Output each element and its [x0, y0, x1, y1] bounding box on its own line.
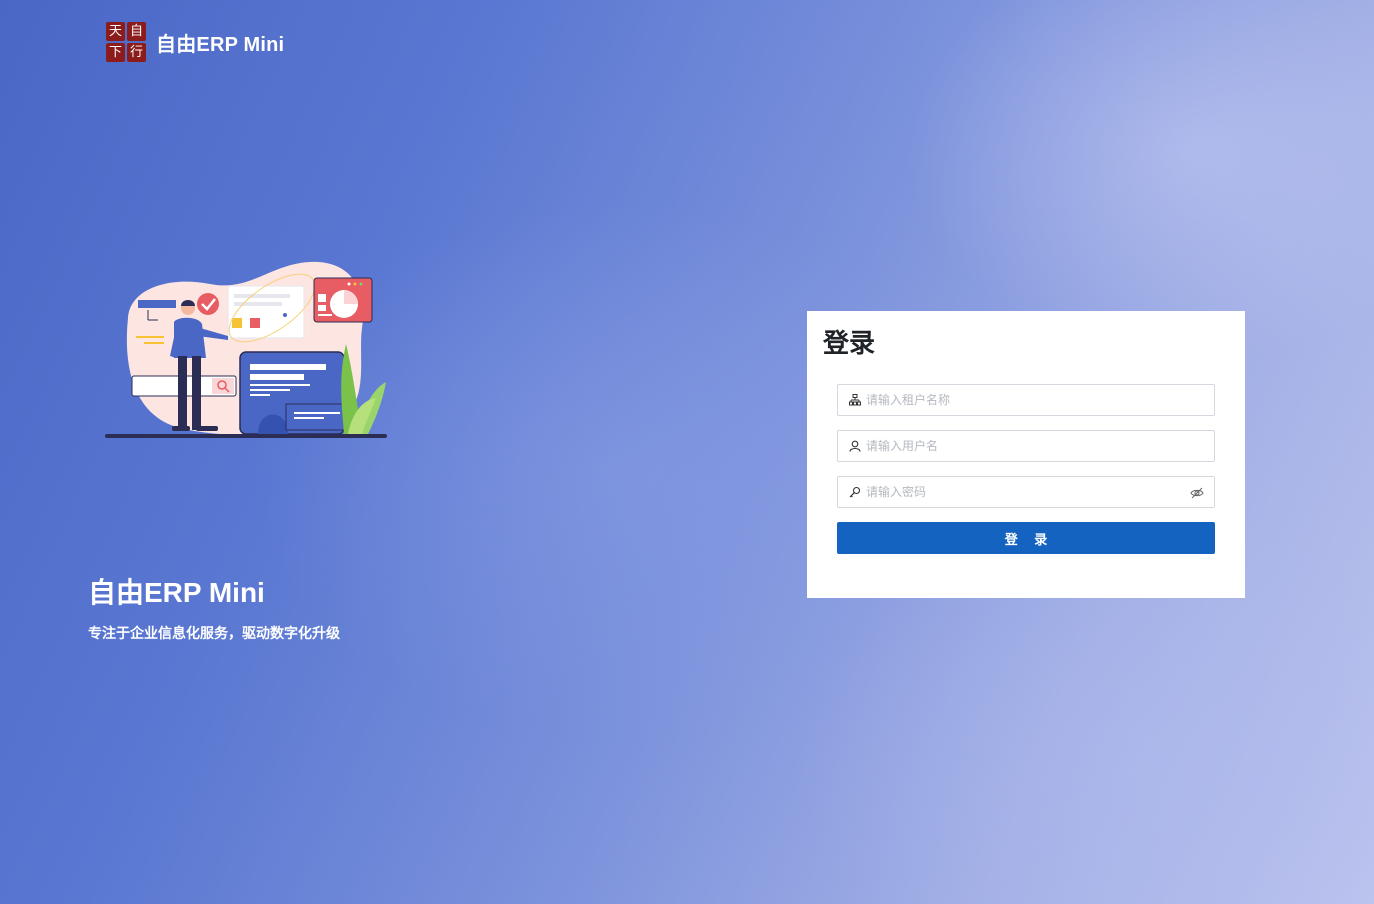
tenant-input[interactable] — [866, 386, 1214, 414]
hero-illustration — [105, 261, 387, 438]
password-field[interactable] — [837, 476, 1215, 508]
tenant-field[interactable] — [837, 384, 1215, 416]
hero-subtitle: 专注于企业信息化服务，驱动数字化升级 — [88, 626, 340, 642]
login-title: 登录 — [823, 329, 876, 359]
logo-char: 自 — [127, 22, 146, 41]
logo-char: 下 — [106, 43, 125, 62]
brand-header: 天 自 下 行 自由ERP Mini — [106, 22, 284, 62]
logo-char: 天 — [106, 22, 125, 41]
hero-title: 自由ERP Mini — [88, 577, 265, 608]
illustration-doc-card — [227, 285, 305, 339]
key-icon — [848, 485, 862, 499]
brand-logo: 天 自 下 行 — [106, 22, 146, 62]
username-field[interactable] — [837, 430, 1215, 462]
illustration-label-bar — [138, 300, 176, 308]
login-button[interactable]: 登 录 — [837, 522, 1215, 554]
username-input[interactable] — [866, 432, 1214, 460]
password-input[interactable] — [866, 478, 1190, 506]
org-tree-icon — [848, 393, 862, 407]
user-icon — [848, 439, 862, 453]
illustration-check-badge — [197, 293, 219, 315]
logo-char: 行 — [127, 43, 146, 62]
eye-off-icon[interactable] — [1190, 485, 1204, 499]
login-card: 登录 请输入租户名称 请输入用户名 登 录 — [807, 311, 1245, 598]
brand-name: 自由ERP Mini — [156, 33, 285, 56]
